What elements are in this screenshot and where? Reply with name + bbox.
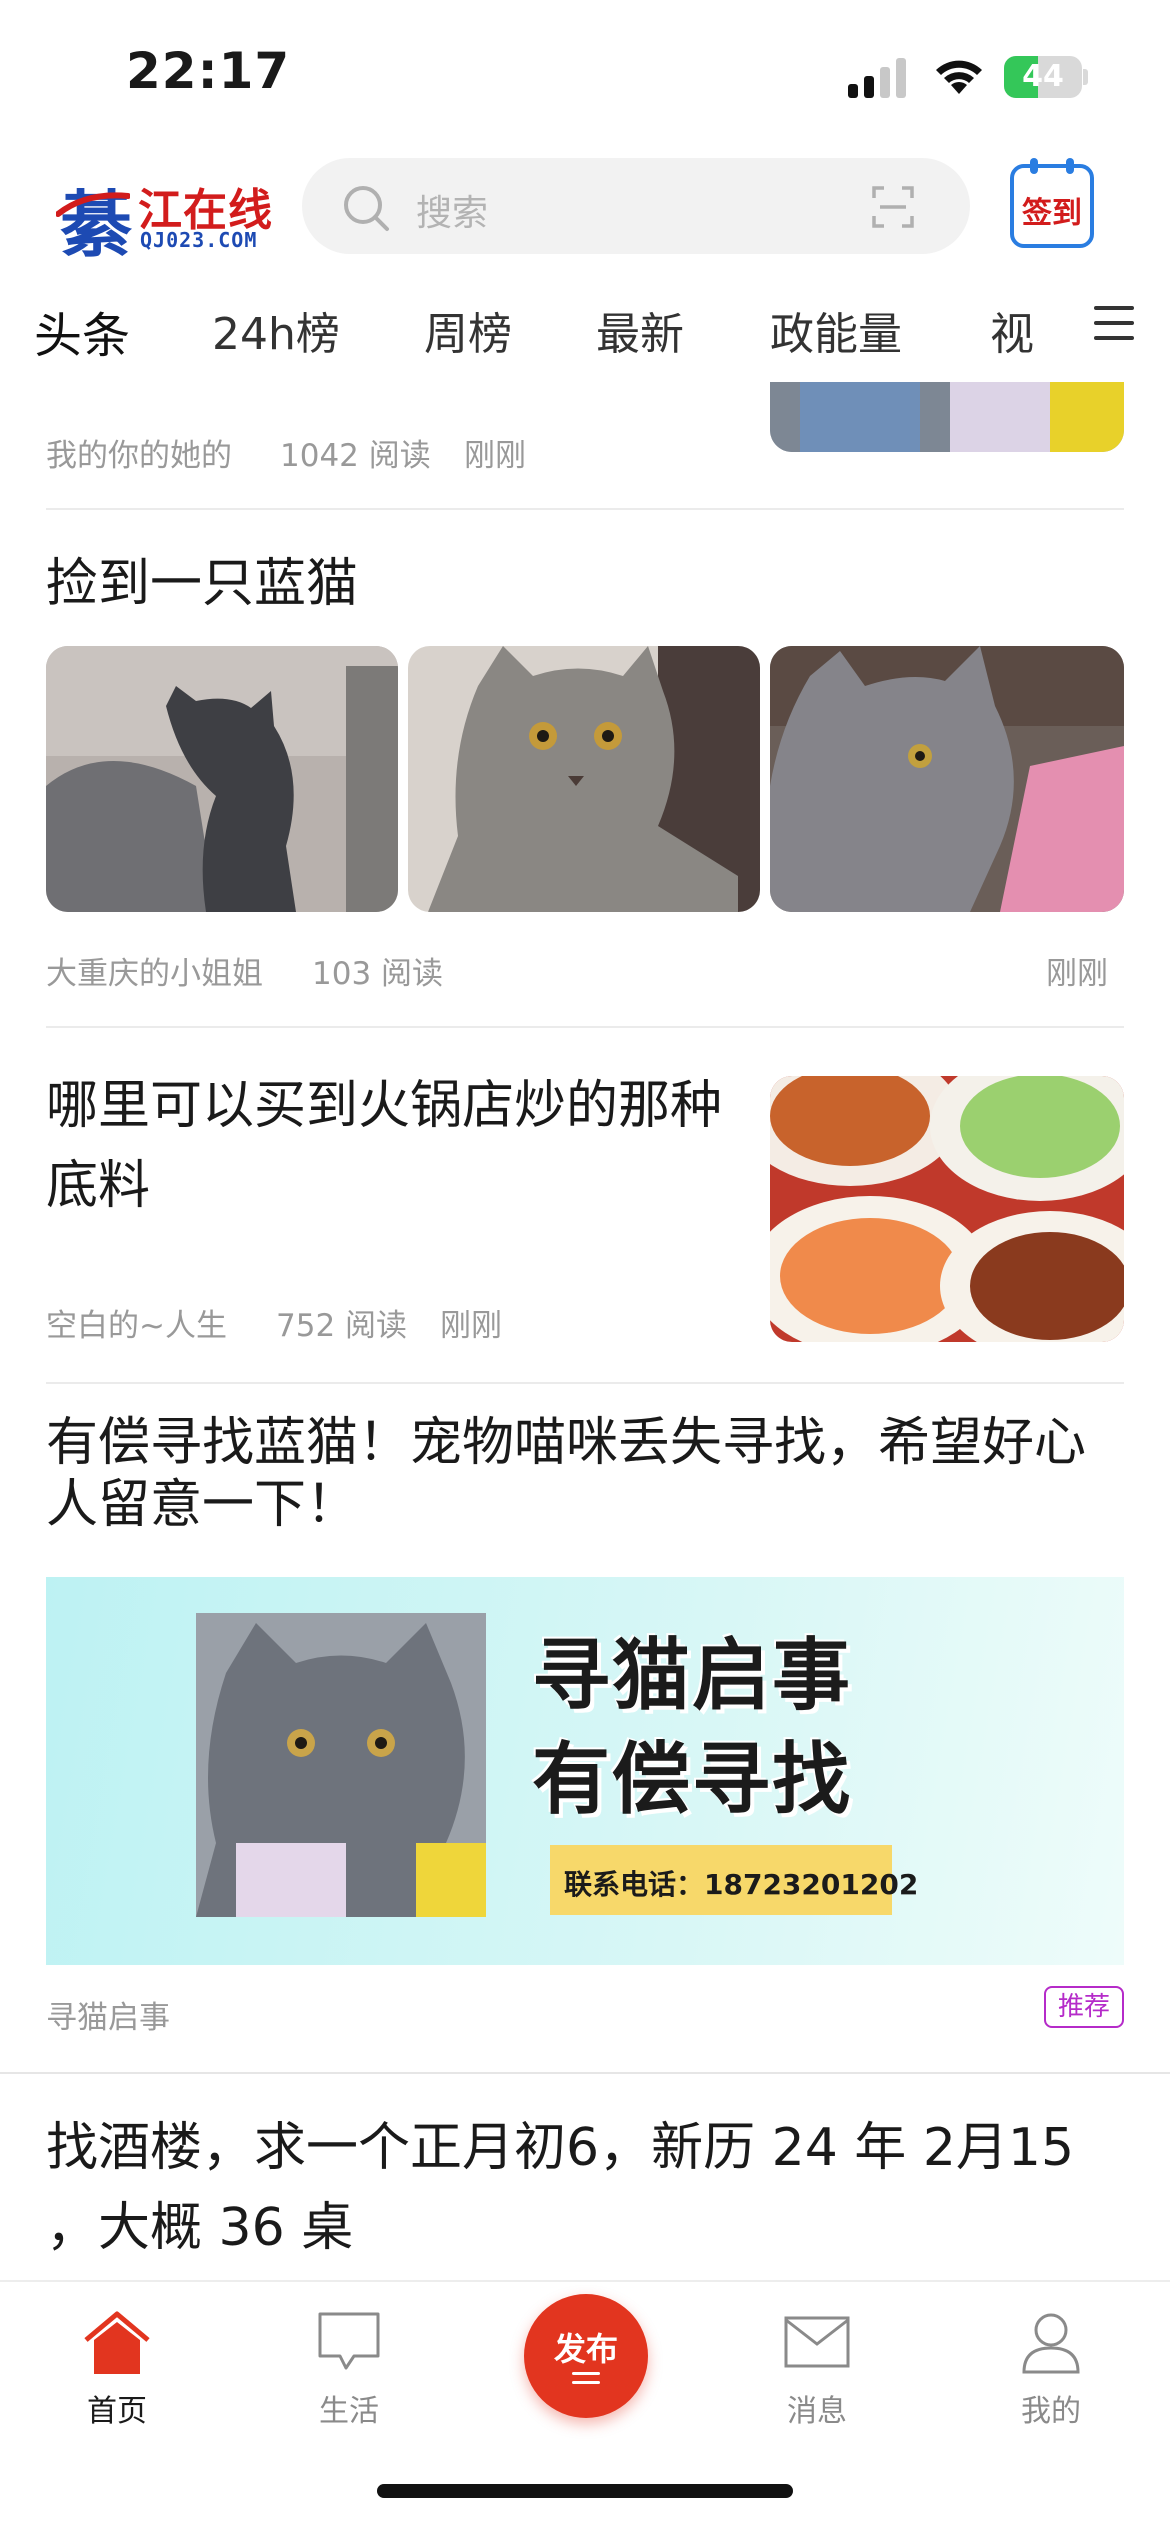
item2-time: 刚刚	[440, 1308, 502, 1344]
checkin-label: 签到	[1022, 196, 1082, 231]
publish-button[interactable]: 发布	[524, 2294, 648, 2418]
banner-contact-text: 联系电话：18723201202	[564, 1868, 919, 1901]
user-icon	[1022, 2313, 1080, 2374]
tab-positive-energy[interactable]: 政能量	[770, 298, 902, 362]
category-tabs: 头条 24h榜 周榜 最新 政能量 视	[0, 282, 1170, 382]
publish-lines-icon	[572, 2372, 600, 2390]
banner-headline-1: 寻猫启事	[532, 1631, 853, 1721]
tabbar-messages-label: 消息	[787, 2394, 847, 2429]
chat-bubble-icon	[318, 2312, 380, 2370]
tab-24h-rank[interactable]: 24h榜	[212, 298, 340, 362]
menu-icon[interactable]	[1094, 306, 1134, 346]
logo-swoosh-icon	[56, 192, 130, 217]
home-indicator[interactable]	[377, 2484, 793, 2498]
home-icon	[84, 2311, 150, 2374]
tabbar-mine[interactable]: 我的	[976, 2282, 1126, 2442]
item2-reads: 752 阅读	[276, 1308, 408, 1344]
tabbar-messages[interactable]: 消息	[742, 2282, 892, 2442]
item1-title[interactable]: 捡到一只蓝猫	[46, 544, 1124, 624]
app-logo[interactable]: 綦 江在线 QJ023.COM	[56, 168, 276, 267]
banner-headline-2: 有偿寻找	[532, 1735, 853, 1825]
item3-source: 寻猫启事	[46, 2000, 170, 2036]
publish-label: 发布	[553, 2330, 618, 2368]
item1-image-3[interactable]	[770, 646, 1124, 912]
item3-title[interactable]: 有偿寻找蓝猫！宠物喵咪丢失寻找，希望好心人留意一下！	[46, 1412, 1136, 1536]
news-feed[interactable]: 我的你的她的 1042 阅读 刚刚 捡到一只蓝猫 大重庆的小姐姐 103 阅读 …	[0, 382, 1170, 2280]
item3-banner-image[interactable]: 寻猫启事 有偿寻找 联系电话：18723201202	[46, 1577, 1124, 1965]
item1-image-2[interactable]	[408, 646, 760, 912]
battery-icon: 44	[1004, 56, 1088, 98]
app-header: 綦 江在线 QJ023.COM 搜索 签到	[0, 150, 1170, 270]
status-time: 22:17	[126, 42, 291, 100]
item0-author: 我的你的她的	[46, 438, 232, 474]
item2-thumbnail[interactable]	[770, 1076, 1124, 1342]
cellular-signal-icon	[848, 58, 906, 98]
wifi-icon	[936, 60, 982, 94]
tabbar-mine-label: 我的	[1021, 2394, 1081, 2429]
tab-headlines[interactable]: 头条	[34, 296, 130, 366]
item0-reads: 1042 阅读	[280, 438, 431, 474]
tab-video[interactable]: 视	[990, 298, 1034, 362]
item2-title[interactable]: 哪里可以买到火锅店炒的那种底料	[46, 1066, 736, 1226]
item0-thumbnail[interactable]	[770, 382, 1124, 452]
mail-icon	[784, 2316, 850, 2368]
tabbar-life-label: 生活	[319, 2394, 379, 2429]
search-icon	[344, 186, 389, 231]
search-placeholder: 搜索	[416, 193, 489, 234]
tabbar-home-label: 首页	[87, 2394, 147, 2429]
item2-author: 空白的~人生	[46, 1308, 227, 1344]
tabbar-life[interactable]: 生活	[274, 2282, 424, 2442]
search-input[interactable]: 搜索	[302, 158, 970, 254]
item4-title[interactable]: 找酒楼，求一个正月初6，新历 24 年 2月15 ，大概 36 桌	[46, 2108, 1136, 2268]
logo-url: QJ023.COM	[140, 228, 258, 252]
battery-percent: 44	[1022, 59, 1064, 94]
tab-latest[interactable]: 最新	[596, 298, 684, 362]
checkin-button[interactable]: 签到	[1010, 158, 1094, 248]
item1-image-1[interactable]	[46, 646, 398, 912]
item1-author: 大重庆的小姐姐	[46, 956, 263, 992]
tabbar-home[interactable]: 首页	[42, 2282, 192, 2442]
item1-time: 刚刚	[1046, 956, 1108, 992]
status-bar: 22:17 44	[0, 0, 1170, 150]
banner-cat-photo	[196, 1613, 486, 1917]
scan-icon[interactable]	[872, 186, 914, 228]
tab-weekly-rank[interactable]: 周榜	[424, 298, 512, 362]
item0-time: 刚刚	[464, 438, 526, 474]
item1-reads: 103 阅读	[312, 956, 444, 992]
recommend-badge: 推荐	[1044, 1986, 1124, 2028]
banner-contact-box: 联系电话：18723201202	[550, 1845, 918, 1915]
